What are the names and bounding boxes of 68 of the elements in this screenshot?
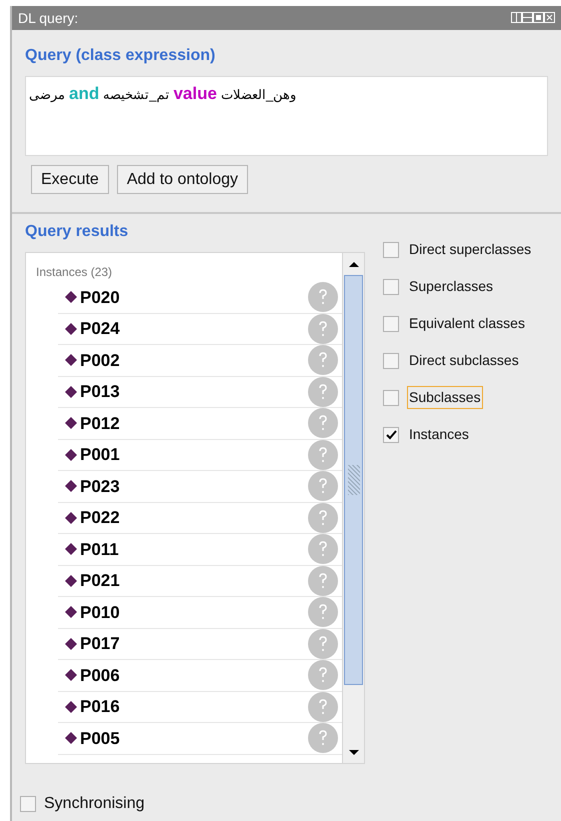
scrollbar[interactable] [342, 253, 364, 763]
diamond-icon [64, 322, 78, 336]
diamond-icon [64, 605, 78, 620]
help-icon[interactable] [308, 408, 338, 438]
section-heading: Query results [25, 222, 130, 242]
option-label[interactable]: Superclasses [407, 275, 496, 298]
help-icon[interactable] [308, 660, 338, 690]
diamond-icon [64, 510, 78, 525]
instance-name[interactable]: P001 [80, 442, 120, 468]
window-title: DL query: [18, 8, 78, 28]
checkbox[interactable] [383, 352, 399, 368]
diamond-icon [64, 636, 78, 651]
instance-name[interactable]: P024 [80, 316, 120, 342]
checkbox[interactable] [383, 390, 399, 406]
instance-name[interactable]: P002 [80, 348, 120, 373]
help-icon[interactable] [308, 692, 338, 722]
option-label[interactable]: Direct subclasses [407, 349, 521, 372]
instance-name[interactable]: P021 [80, 568, 120, 594]
help-icon[interactable] [308, 440, 338, 470]
action-button[interactable]: Execute [31, 165, 109, 194]
diamond-icon [64, 700, 78, 714]
diamond-icon [64, 731, 78, 746]
instance-name[interactable]: P012 [80, 410, 120, 436]
option-label[interactable]: Equivalent classes [407, 312, 527, 335]
checkbox[interactable] [383, 316, 399, 332]
instance-name[interactable]: P011 [80, 536, 119, 562]
instance-name[interactable]: P006 [80, 662, 120, 688]
help-icon[interactable] [308, 376, 338, 407]
diamond-icon [64, 416, 78, 430]
diamond-icon [64, 384, 78, 399]
checkbox[interactable] [20, 796, 36, 812]
checkbox[interactable] [383, 242, 399, 258]
checkbox[interactable] [383, 278, 399, 294]
diamond-icon [64, 574, 78, 588]
help-icon[interactable] [308, 502, 338, 533]
diamond-icon [64, 542, 78, 556]
option-label[interactable]: Direct superclasses [407, 238, 534, 261]
help-icon[interactable] [308, 597, 338, 628]
instance-name[interactable]: P023 [80, 474, 120, 499]
help-icon[interactable] [308, 345, 338, 376]
section-heading: Query (class expression) [25, 46, 216, 66]
instance-name[interactable]: P017 [80, 631, 120, 656]
option-label[interactable]: Instances [407, 423, 471, 446]
instance-name[interactable]: P016 [80, 694, 120, 720]
option-label[interactable]: Subclasses [407, 386, 483, 409]
scroll-thumb[interactable] [344, 275, 363, 685]
group-label: Instances (23) [35, 264, 114, 281]
instance-name[interactable]: P022 [80, 505, 120, 530]
diamond-icon [64, 479, 78, 494]
checkbox[interactable] [383, 426, 399, 442]
help-icon[interactable] [308, 282, 338, 312]
help-icon[interactable] [308, 723, 338, 754]
action-button[interactable]: Add to ontology [116, 165, 248, 194]
help-icon[interactable] [308, 471, 338, 502]
instance-name[interactable]: P020 [80, 284, 120, 310]
instance-name[interactable]: P013 [80, 379, 120, 404]
option-label[interactable]: Synchronising [44, 792, 144, 816]
instance-name[interactable]: P010 [80, 600, 120, 625]
instance-name[interactable]: P005 [80, 726, 120, 751]
diamond-icon [64, 448, 78, 462]
diamond-icon [64, 290, 78, 304]
help-icon[interactable] [308, 628, 338, 659]
help-icon[interactable] [308, 534, 338, 564]
help-icon[interactable] [308, 566, 338, 596]
diamond-icon [64, 353, 78, 368]
window-controls-icon[interactable] [511, 12, 555, 24]
diamond-icon [64, 668, 78, 682]
help-icon[interactable] [308, 314, 338, 344]
